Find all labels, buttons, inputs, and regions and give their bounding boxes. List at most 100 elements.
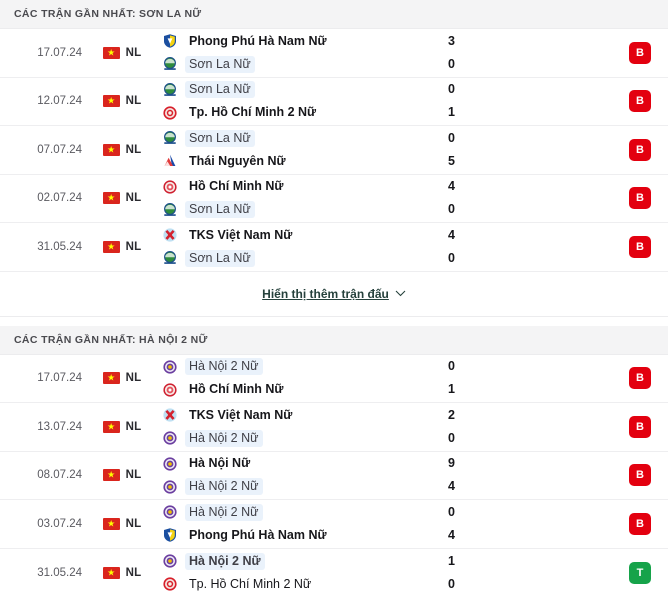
scores-cell: 40 [426, 223, 522, 271]
show-more-link[interactable]: Hiển thị thêm trận đấu [262, 287, 389, 301]
team-line[interactable]: Sơn La Nữ [162, 130, 426, 147]
teams-cell: Hà Nội 2 Nữ Hồ Chí Minh Nữ [158, 355, 426, 403]
match-date-cell: 17.07.24 [0, 29, 86, 77]
team-line[interactable]: Hà Nội Nữ [162, 455, 426, 472]
result-badge-cell: B [612, 78, 668, 126]
scores-cell: 30 [426, 29, 522, 77]
league-label: NL [126, 421, 142, 433]
team-line[interactable]: Hồ Chí Minh Nữ [162, 178, 426, 195]
team-name[interactable]: TKS Việt Nam Nữ [185, 407, 296, 424]
vietnam-flag: ★ [103, 469, 120, 481]
league-cell[interactable]: ★NL [86, 29, 158, 77]
away-score: 0 [448, 430, 522, 447]
match-row[interactable]: 03.07.24 ★NL Hà Nội 2 Nữ Phong Phú Hà Nam N… [0, 500, 668, 549]
recent-matches-section-1: CÁC TRẬN GẦN NHẤT: SƠN LA NỮ17.07.24★NLP… [0, 0, 668, 326]
team-name[interactable]: Sơn La Nữ [185, 56, 255, 73]
home-score: 0 [448, 130, 522, 147]
league-cell[interactable]: ★NL [86, 549, 158, 597]
league-cell[interactable]: ★NL [86, 175, 158, 223]
team-line[interactable]: TKS Việt Nam Nữ [162, 407, 426, 424]
league-cell[interactable]: ★NL [86, 355, 158, 403]
match-row[interactable]: 02.07.24★NLHồ Chí Minh NữSơn La Nữ40B [0, 175, 668, 224]
chevron-down-icon[interactable] [395, 290, 406, 297]
team-name[interactable]: Phong Phú Hà Nam Nữ [185, 33, 331, 50]
row-spacer [522, 549, 612, 597]
match-row[interactable]: 31.05.24★NLTKS Việt Nam NữSơn La Nữ40B [0, 223, 668, 272]
team-line[interactable]: Tp. Hồ Chí Minh 2 Nữ [162, 576, 426, 593]
match-row[interactable]: 08.07.24★NLHà Nội NữHà Nội 2 Nữ94B [0, 452, 668, 501]
away-score: 4 [448, 527, 522, 544]
team-line[interactable]: Tp. Hồ Chí Minh 2 Nữ [162, 104, 426, 121]
team-name[interactable]: Hà Nội Nữ [185, 455, 254, 472]
vietnam-flag: ★ [103, 567, 120, 579]
team-line[interactable]: Thái Nguyên Nữ [162, 153, 426, 170]
match-row[interactable]: 13.07.24★NLTKS Việt Nam NữHà Nội 2 Nữ20B [0, 403, 668, 452]
league-cell[interactable]: ★NL [86, 78, 158, 126]
team-name[interactable]: Hà Nội 2 Nữ [185, 478, 263, 495]
match-date: 03.07.24 [37, 518, 82, 530]
team-name[interactable]: Tp. Hồ Chí Minh 2 Nữ [185, 576, 315, 593]
row-spacer [522, 78, 612, 126]
match-row[interactable]: 07.07.24★NLSơn La NữThái Nguyên Nữ05B [0, 126, 668, 175]
scores-cell: 40 [426, 175, 522, 223]
league-cell[interactable]: ★NL [86, 223, 158, 271]
match-date: 02.07.24 [37, 192, 82, 204]
team-line[interactable]: Phong Phú Hà Nam Nữ [162, 33, 426, 50]
match-date-cell: 08.07.24 [0, 452, 86, 500]
team-line[interactable]: Phong Phú Hà Nam Nữ [162, 527, 426, 544]
team-line[interactable]: Hà Nội 2 Nữ [162, 430, 426, 447]
match-row[interactable]: 17.07.24★NL Phong Phú Hà Nam Nữ Sơn La Nữ 3… [0, 29, 668, 78]
match-date-cell: 03.07.24 [0, 500, 86, 548]
match-row[interactable]: 31.05.24★NLHà Nội 2 NữTp. Hồ Chí Minh 2 … [0, 549, 668, 597]
teams-cell: TKS Việt Nam Nữ Hà Nội 2 Nữ [158, 403, 426, 451]
team-line[interactable]: Hà Nội 2 Nữ [162, 358, 426, 375]
son-la-crest [162, 202, 178, 218]
row-spacer [522, 452, 612, 500]
match-row[interactable]: 12.07.24★NLSơn La NữTp. Hồ Chí Minh 2 Nữ… [0, 78, 668, 127]
tks-viet-nam-crest [162, 407, 178, 423]
result-badge: T [629, 562, 651, 584]
team-name[interactable]: Hồ Chí Minh Nữ [185, 178, 287, 195]
show-more-row[interactable]: Hiển thị thêm trận đấu [0, 272, 668, 317]
teams-cell: TKS Việt Nam Nữ Sơn La Nữ [158, 223, 426, 271]
tks-viet-nam-crest [162, 227, 178, 243]
team-name[interactable]: Hồ Chí Minh Nữ [185, 381, 287, 398]
team-line[interactable]: Sơn La Nữ [162, 56, 426, 73]
team-name[interactable]: TKS Việt Nam Nữ [185, 227, 296, 244]
ha-noi-2-crest [162, 553, 178, 569]
scores-cell: 05 [426, 126, 522, 174]
team-name[interactable]: Sơn La Nữ [185, 81, 255, 98]
team-line[interactable]: Hà Nội 2 Nữ [162, 553, 426, 570]
son-la-crest [162, 130, 178, 146]
team-name[interactable]: Hà Nội 2 Nữ [185, 430, 263, 447]
team-line[interactable]: TKS Việt Nam Nữ [162, 227, 426, 244]
team-line[interactable]: Sơn La Nữ [162, 201, 426, 218]
team-line[interactable]: Hà Nội 2 Nữ [162, 504, 426, 521]
league-cell[interactable]: ★NL [86, 126, 158, 174]
team-name[interactable]: Hà Nội 2 Nữ [185, 553, 265, 570]
team-name[interactable]: Hà Nội 2 Nữ [185, 358, 263, 375]
league-cell[interactable]: ★ NL [86, 403, 158, 451]
row-spacer [522, 223, 612, 271]
away-score: 0 [448, 56, 522, 73]
match-row[interactable]: 17.07.24★NLHà Nội 2 NữHồ Chí Minh Nữ01B [0, 355, 668, 404]
team-name[interactable]: Sơn La Nữ [185, 130, 255, 147]
recent-matches-page: CÁC TRẬN GẦN NHẤT: SƠN LA NỮ17.07.24★NLP… [0, 0, 668, 595]
team-name[interactable]: Sơn La Nữ [185, 201, 255, 218]
scores-cell: 04 [426, 500, 522, 548]
team-name[interactable]: Thái Nguyên Nữ [185, 153, 290, 170]
team-name[interactable]: Tp. Hồ Chí Minh 2 Nữ [185, 104, 320, 121]
vietnam-flag: ★ [103, 421, 120, 433]
match-date: 31.05.24 [37, 241, 82, 253]
league-cell[interactable]: ★NL [86, 452, 158, 500]
team-name[interactable]: Hà Nội 2 Nữ [185, 504, 263, 521]
recent-matches-section-2: CÁC TRẬN GẦN NHẤT: HÀ NỘI 2 NỮ17.07.24★N… [0, 326, 668, 597]
team-name[interactable]: Phong Phú Hà Nam Nữ [185, 527, 331, 544]
team-name[interactable]: Sơn La Nữ [185, 250, 255, 267]
team-line[interactable]: Sơn La Nữ [162, 81, 426, 98]
match-date-cell: 02.07.24 [0, 175, 86, 223]
team-line[interactable]: Sơn La Nữ [162, 250, 426, 267]
league-cell[interactable]: ★NL [86, 500, 158, 548]
team-line[interactable]: Hồ Chí Minh Nữ [162, 381, 426, 398]
team-line[interactable]: Hà Nội 2 Nữ [162, 478, 426, 495]
